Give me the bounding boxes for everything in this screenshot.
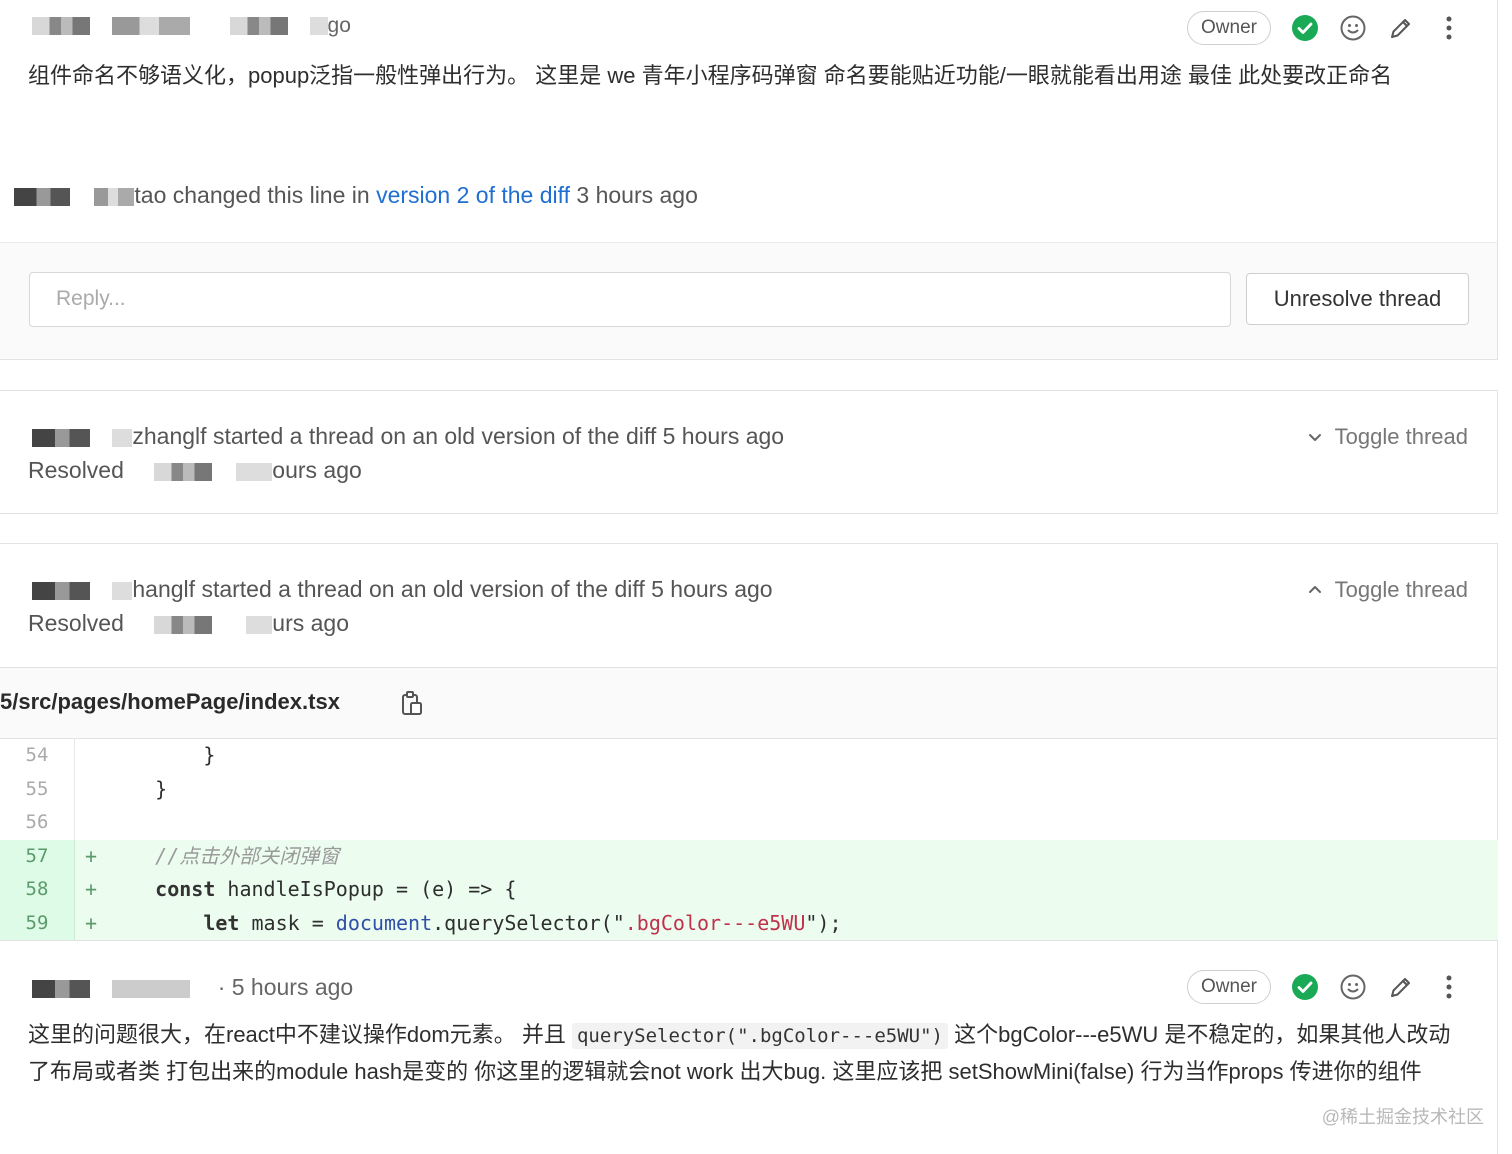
author-name-blurred [112,428,133,447]
unresolve-thread-button[interactable]: Unresolve thread [1246,273,1469,325]
resolved-time: urs ago [272,610,349,636]
code-text: const handleIsPopup = (e) => { [155,877,517,901]
toggle-thread-button[interactable]: Toggle thread [1307,424,1468,450]
comment-body: 这里的问题很大，在react中不建议操作dom元素。 并且 querySelec… [28,1017,1457,1090]
check-circle-icon[interactable] [1291,14,1319,42]
diff-line: 54 } [0,739,1498,773]
avatar [32,428,90,447]
comment-bottom: · 5 hours ago Owner 这里的问题很大，在react中不建议操作… [0,941,1498,1154]
thread-author: zhanglf [132,423,207,449]
diff-line: 56 [0,806,1498,840]
resolver-blurred [154,615,213,634]
system-note-time: 3 hours ago [570,182,698,208]
inline-code: querySelector(".bgColor---e5WU") [571,1023,948,1049]
reply-area: Reply... Unresolve thread [0,242,1498,360]
code-comment: //点击外部关闭弹窗 [107,843,340,868]
author-handle-blurred [229,17,288,36]
comment-actions: Owner [1187,970,1463,1004]
comment-author-meta: · 5 hours ago [32,974,353,1001]
owner-badge: Owner [1187,970,1271,1004]
thread-header: hanglf started a thread on an old versio… [0,543,1498,667]
comment-time: go [327,14,351,37]
resolved-label: Resolved [28,457,131,483]
thread-started-text: zhanglf started a thread on an old versi… [32,423,784,450]
time-blurred [309,17,328,36]
diff-sign: + [84,843,98,868]
line-number[interactable]: 55 [0,772,75,806]
toggle-thread-label: Toggle thread [1334,577,1468,602]
system-note: tao changed this line in version 2 of th… [14,182,698,209]
code-text: } [107,743,216,767]
check-circle-icon[interactable] [1291,973,1319,1001]
comment-top: go Owner 组件命名不够语义化，popup泛指一般性弹出行为。 这里是 w… [0,0,1498,242]
owner-badge: Owner [1187,11,1271,45]
file-header: 5/src/pages/homePage/index.tsx [0,667,1498,739]
more-vertical-icon[interactable] [1435,973,1463,1001]
watermark: @稀土掘金技术社区 [1321,1107,1484,1127]
avatar [32,17,90,36]
comment-body: 组件命名不够语义化，popup泛指一般性弹出行为。 这里是 we 青年小程序码弹… [28,63,1393,88]
thread-header: zhanglf started a thread on an old versi… [0,390,1498,514]
diff-sign [75,773,107,807]
thread-author: hanglf [132,576,196,602]
toggle-thread-label: Toggle thread [1334,424,1468,449]
author-name-blurred [112,581,133,600]
system-note-author: tao [134,182,167,208]
resolved-text: Resolved ours ago [28,457,362,484]
line-number[interactable]: 57 [0,839,75,873]
pencil-icon[interactable] [1387,973,1415,1001]
toggle-thread-button[interactable]: Toggle thread [1307,577,1468,603]
resolved-text: Resolved urs ago [28,610,349,637]
resolver-blurred [154,462,213,481]
line-number[interactable]: 59 [0,906,75,940]
code-text: } [107,776,168,801]
diff-line-added: 59 + let mask = document.querySelector("… [0,906,1498,940]
author-name-blurred [94,187,135,206]
clipboard-icon[interactable] [400,690,424,723]
thread-description: started a thread on an old version of th… [206,423,785,449]
comment-time: · 5 hours ago [217,974,354,1000]
comment-body-part1: 这里的问题很大，在react中不建议操作dom元素。 并且 [28,1022,572,1047]
avatar [32,581,90,600]
resolved-label: Resolved [28,610,131,636]
diff-sign [75,739,107,773]
comment-author-meta: go [32,14,351,38]
diff-version-link[interactable]: version 2 of the diff [376,182,570,208]
diff-line-added: 58 + const handleIsPopup = (e) => { [0,873,1498,907]
avatar [14,187,70,206]
pencil-icon[interactable] [1387,14,1415,42]
thread-description: started a thread on an old version of th… [195,576,773,602]
code-text: let mask = document.querySelector(".bgCo… [203,910,842,935]
line-number[interactable]: 54 [0,739,75,773]
more-vertical-icon[interactable] [1435,14,1463,42]
chevron-up-icon [1308,586,1321,593]
line-number[interactable]: 58 [0,873,75,907]
smiley-icon[interactable] [1339,14,1367,42]
diff-sign: + [84,910,98,935]
reply-input[interactable]: Reply... [29,272,1231,327]
author-name-blurred [111,980,190,999]
system-note-text: changed this line in [166,182,377,208]
thread-started-text: hanglf started a thread on an old versio… [32,576,773,603]
diff-line: 55 } [0,772,1498,807]
diff-line-added: 57 + //点击外部关闭弹窗 [0,839,1498,873]
resolved-time: ours ago [272,457,362,483]
resolver-time-blurred [246,615,273,634]
diff-view: 54 } 55 } 56 57 + //点击外部关闭弹窗 58 + const … [0,739,1498,941]
file-path: 5/src/pages/homePage/index.tsx [0,689,340,714]
diff-sign [75,806,107,840]
line-number[interactable]: 56 [0,806,75,840]
resolver-time-blurred [236,462,273,481]
author-name-blurred [111,17,190,36]
chevron-down-icon [1308,434,1321,441]
avatar [32,980,90,999]
comment-actions: Owner [1187,11,1463,45]
smiley-icon[interactable] [1339,973,1367,1001]
diff-sign: + [84,877,98,901]
